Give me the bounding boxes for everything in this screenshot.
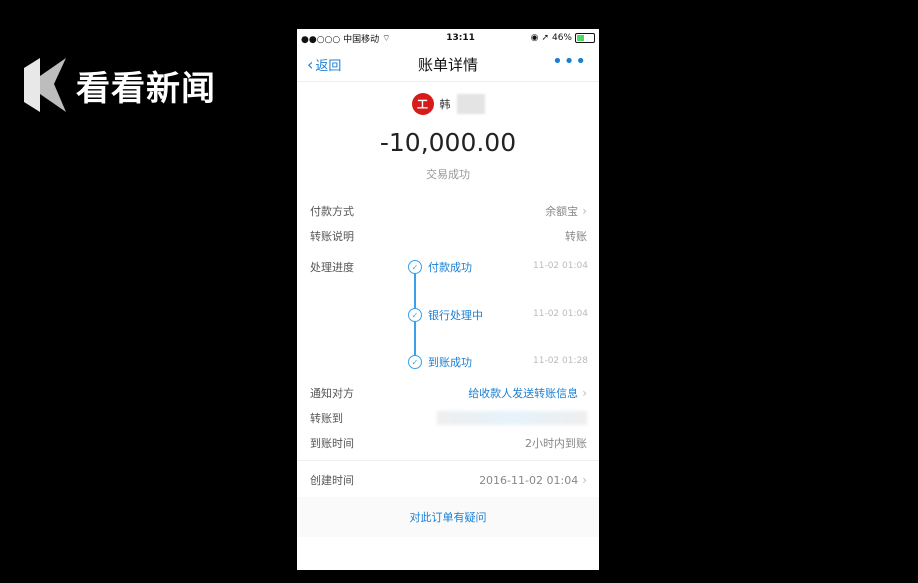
payee-name: 韩 xyxy=(439,98,451,111)
watermark-text: 看看新闻 xyxy=(76,68,216,109)
transfer-note-value: 转账 xyxy=(565,230,587,243)
chevron-right-icon: › xyxy=(582,386,587,400)
battery-icon xyxy=(575,33,595,43)
transfer-to-row: 转账到 xyxy=(310,410,587,426)
redacted-name xyxy=(456,94,485,114)
chevron-left-icon: ‹ xyxy=(307,54,314,74)
arrival-time-row: 到账时间 2小时内到账 xyxy=(310,435,587,451)
transaction-status: 交易成功 xyxy=(426,168,470,181)
location-icon: ➚ xyxy=(541,33,549,43)
chevron-right-icon: › xyxy=(582,473,587,487)
progress-step-label: 银行处理中 xyxy=(428,309,483,322)
created-time-label: 创建时间 xyxy=(310,474,354,487)
progress-label: 处理进度 xyxy=(310,261,354,274)
payment-method-label: 付款方式 xyxy=(310,205,354,218)
check-circle-icon: ✓ xyxy=(408,260,422,274)
icbc-bank-icon: 工 xyxy=(411,93,434,115)
clock: 13:11 xyxy=(446,33,475,43)
payment-method-row[interactable]: 付款方式 余额宝 › xyxy=(310,203,587,219)
created-time-row[interactable]: 创建时间 2016-11-02 01:04 › xyxy=(310,472,587,488)
arrival-time-value: 2小时内到账 xyxy=(525,437,587,450)
payment-method-value: 余额宝 xyxy=(545,205,579,218)
phone-screen: ●●○○○ 中国移动 ⌔ 13:11 ◉ ➚ 46% ‹ 返回 账单详情 •••… xyxy=(297,29,599,570)
nav-bar: ‹ 返回 账单详情 ••• xyxy=(297,47,599,82)
progress-step-paid: ✓ 付款成功 xyxy=(408,259,472,275)
battery-percent: 46% xyxy=(551,33,572,43)
status-bar: ●●○○○ 中国移动 ⌔ 13:11 ◉ ➚ 46% xyxy=(297,29,599,47)
kankan-news-logo: 看看新闻 xyxy=(24,58,216,112)
progress-step-time: 11-02 01:04 xyxy=(533,261,588,271)
kankan-logo-icon xyxy=(24,58,66,112)
order-question-link[interactable]: 对此订单有疑问 xyxy=(297,497,599,537)
progress-step-bank: ✓ 银行处理中 xyxy=(408,307,483,323)
payee-header: 工 韩 xyxy=(297,92,599,116)
section-divider xyxy=(297,460,599,461)
wifi-icon: ⌔ xyxy=(382,33,391,44)
redacted-account xyxy=(437,411,587,425)
transfer-to-label: 转账到 xyxy=(310,412,343,425)
transaction-amount: -10,000.00 xyxy=(379,128,517,157)
progress-step-label: 到账成功 xyxy=(428,356,472,369)
progress-step-arrived: ✓ 到账成功 xyxy=(408,354,472,370)
arrival-time-label: 到账时间 xyxy=(310,437,354,450)
more-options-icon[interactable]: ••• xyxy=(552,51,587,72)
notify-label: 通知对方 xyxy=(310,387,354,400)
carrier-label: ●●○○○ 中国移动 xyxy=(301,34,380,45)
check-circle-icon: ✓ xyxy=(408,308,422,322)
back-label: 返回 xyxy=(315,58,342,74)
orientation-lock-icon: ◉ xyxy=(530,33,539,43)
chevron-right-icon: › xyxy=(582,204,587,218)
check-circle-icon: ✓ xyxy=(408,355,422,369)
progress-step-time: 11-02 01:28 xyxy=(533,356,588,366)
notify-link[interactable]: 给收款人发送转账信息 xyxy=(468,385,578,401)
page-title: 账单详情 xyxy=(417,55,478,74)
progress-step-label: 付款成功 xyxy=(428,261,472,274)
progress-step-time: 11-02 01:04 xyxy=(533,309,588,319)
notify-row[interactable]: 通知对方 给收款人发送转账信息 › xyxy=(310,385,587,401)
created-time-value: 2016-11-02 01:04 xyxy=(479,473,579,487)
back-button[interactable]: ‹ 返回 xyxy=(307,55,341,74)
transfer-note-row: 转账说明 转账 xyxy=(310,228,587,244)
transfer-note-label: 转账说明 xyxy=(310,230,354,243)
